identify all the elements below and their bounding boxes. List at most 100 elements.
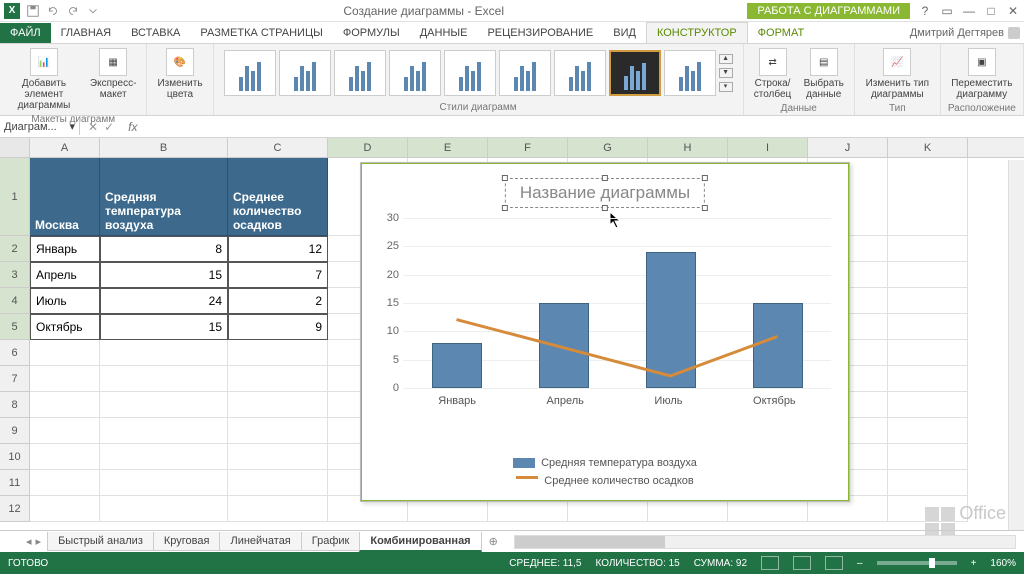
view-page-break-icon[interactable] xyxy=(825,556,843,570)
qat-more-icon[interactable] xyxy=(86,4,100,18)
chart-style-gallery: ▲▼▾ xyxy=(220,46,737,100)
sheet-tab-bar: ◂ ▸ Быстрый анализ Круговая Линейчатая Гр… xyxy=(0,530,1024,552)
switch-row-column-button[interactable]: ⇄Строка/столбец xyxy=(750,46,796,102)
row-header[interactable]: 2 xyxy=(0,236,30,262)
chart-style-7[interactable] xyxy=(554,50,606,96)
chart-style-8[interactable] xyxy=(609,50,661,96)
change-chart-type-button[interactable]: 📈Изменить тип диаграммы xyxy=(861,46,934,102)
status-sum: СУММА: 92 xyxy=(694,558,747,569)
ribbon: 📊Добавить элемент диаграммы ▦Экспресс-ма… xyxy=(0,44,1024,116)
tab-review[interactable]: РЕЦЕНЗИРОВАНИЕ xyxy=(477,23,603,43)
cancel-formula-icon[interactable]: ✕ xyxy=(88,120,98,134)
zoom-in-icon[interactable]: + xyxy=(971,558,977,569)
col-header[interactable]: I xyxy=(728,138,808,157)
col-header[interactable]: F xyxy=(488,138,568,157)
line-series[interactable] xyxy=(403,218,831,387)
change-colors-button[interactable]: 🎨Изменить цвета xyxy=(153,46,206,102)
table-header[interactable]: Среднее количество осадков xyxy=(228,158,328,236)
tab-design[interactable]: КОНСТРУКТОР xyxy=(646,22,748,43)
chart-style-1[interactable] xyxy=(224,50,276,96)
sheet-tab[interactable]: Круговая xyxy=(153,532,221,551)
chart-title[interactable]: Название диаграммы xyxy=(505,178,705,208)
row-header[interactable]: 5 xyxy=(0,314,30,340)
col-header[interactable]: B xyxy=(100,138,228,157)
chart-style-6[interactable] xyxy=(499,50,551,96)
chart-style-5[interactable] xyxy=(444,50,496,96)
embedded-chart[interactable]: Название диаграммы 051015202530 ЯнварьАп… xyxy=(360,162,850,502)
excel-icon: X xyxy=(4,3,20,19)
col-header[interactable]: H xyxy=(648,138,728,157)
col-header[interactable]: K xyxy=(888,138,968,157)
title-bar: X Создание диаграммы - Excel РАБОТА С ДИ… xyxy=(0,0,1024,22)
sheet-tab[interactable]: Линейчатая xyxy=(219,532,301,551)
table-header[interactable]: Москва xyxy=(30,158,100,236)
row-header[interactable]: 4 xyxy=(0,288,30,314)
legend-swatch-bar xyxy=(513,458,535,468)
tab-insert[interactable]: ВСТАВКА xyxy=(121,23,190,43)
chart-style-9[interactable] xyxy=(664,50,716,96)
sheet-nav-next-icon[interactable]: ▸ xyxy=(36,535,42,548)
view-page-layout-icon[interactable] xyxy=(793,556,811,570)
col-header[interactable]: J xyxy=(808,138,888,157)
col-header[interactable]: A xyxy=(30,138,100,157)
maximize-icon[interactable]: □ xyxy=(984,4,998,18)
col-header[interactable]: C xyxy=(228,138,328,157)
help-icon[interactable]: ? xyxy=(918,4,932,18)
zoom-out-icon[interactable]: – xyxy=(857,558,863,569)
tab-file[interactable]: ФАЙЛ xyxy=(0,23,51,43)
name-box[interactable]: Диаграм...▾ xyxy=(0,118,80,135)
add-chart-element-button[interactable]: 📊Добавить элемент диаграммы xyxy=(6,46,82,113)
chart-style-4[interactable] xyxy=(389,50,441,96)
tab-formulas[interactable]: ФОРМУЛЫ xyxy=(333,23,410,43)
save-icon[interactable] xyxy=(26,4,40,18)
quick-layout-button[interactable]: ▦Экспресс-макет xyxy=(86,46,141,102)
chart-style-2[interactable] xyxy=(279,50,331,96)
select-all-corner[interactable] xyxy=(0,138,30,157)
move-chart-button[interactable]: ▣Переместить диаграмму xyxy=(947,46,1017,102)
office-watermark: Office xyxy=(925,503,1006,524)
tab-view[interactable]: ВИД xyxy=(603,23,646,43)
tab-format[interactable]: ФОРМАТ xyxy=(748,23,815,43)
sheet-tab[interactable]: Быстрый анализ xyxy=(47,532,154,551)
formula-bar: Диаграм...▾ ✕ ✓ fx xyxy=(0,116,1024,138)
ribbon-options-icon[interactable]: ▭ xyxy=(940,4,954,18)
chart-tools-label: РАБОТА С ДИАГРАММАМИ xyxy=(747,3,910,19)
window-title: Создание диаграммы - Excel xyxy=(100,4,747,18)
col-header[interactable]: G xyxy=(568,138,648,157)
row-header[interactable]: 3 xyxy=(0,262,30,288)
add-sheet-button[interactable]: ⊕ xyxy=(481,532,506,551)
tab-home[interactable]: ГЛАВНАЯ xyxy=(51,23,121,43)
col-header[interactable]: D xyxy=(328,138,408,157)
vertical-scrollbar[interactable] xyxy=(1008,160,1024,530)
undo-icon[interactable] xyxy=(46,4,60,18)
table-header[interactable]: Средняя температура воздуха xyxy=(100,158,228,236)
accept-formula-icon[interactable]: ✓ xyxy=(104,120,114,134)
view-normal-icon[interactable] xyxy=(761,556,779,570)
sheet-tab[interactable]: Комбинированная xyxy=(359,532,481,552)
zoom-level[interactable]: 160% xyxy=(990,558,1016,569)
chart-plot-area[interactable]: 051015202530 xyxy=(403,218,831,388)
status-average: СРЕДНЕЕ: 11,5 xyxy=(509,558,581,569)
close-icon[interactable]: ✕ xyxy=(1006,4,1020,18)
tab-page-layout[interactable]: РАЗМЕТКА СТРАНИЦЫ xyxy=(190,23,332,43)
col-header[interactable]: E xyxy=(408,138,488,157)
zoom-slider[interactable] xyxy=(877,561,957,565)
ribbon-tabs: ФАЙЛ ГЛАВНАЯ ВСТАВКА РАЗМЕТКА СТРАНИЦЫ Ф… xyxy=(0,22,1024,44)
minimize-icon[interactable]: — xyxy=(962,4,976,18)
gallery-scroll[interactable]: ▲▼▾ xyxy=(719,50,733,96)
fx-icon[interactable]: fx xyxy=(122,120,143,134)
sheet-tab[interactable]: График xyxy=(301,532,361,551)
tab-data[interactable]: ДАННЫЕ xyxy=(410,23,478,43)
sheet-nav-prev-icon[interactable]: ◂ xyxy=(26,535,32,548)
chart-style-3[interactable] xyxy=(334,50,386,96)
group-styles: Стили диаграмм xyxy=(220,101,737,113)
group-location: Расположение xyxy=(947,102,1017,114)
worksheet-grid[interactable]: A B C D E F G H I J K 1 Москва Средняя т… xyxy=(0,138,1024,530)
row-header[interactable]: 1 xyxy=(0,158,30,236)
user-account[interactable]: Дмитрий Дегтярев xyxy=(902,23,1024,43)
select-data-button[interactable]: ▤Выбрать данные xyxy=(800,46,848,102)
chart-legend[interactable]: Средняя температура воздуха Среднее коли… xyxy=(361,457,849,487)
redo-icon[interactable] xyxy=(66,4,80,18)
horizontal-scrollbar[interactable] xyxy=(514,535,1016,549)
formula-input[interactable] xyxy=(143,125,1024,129)
